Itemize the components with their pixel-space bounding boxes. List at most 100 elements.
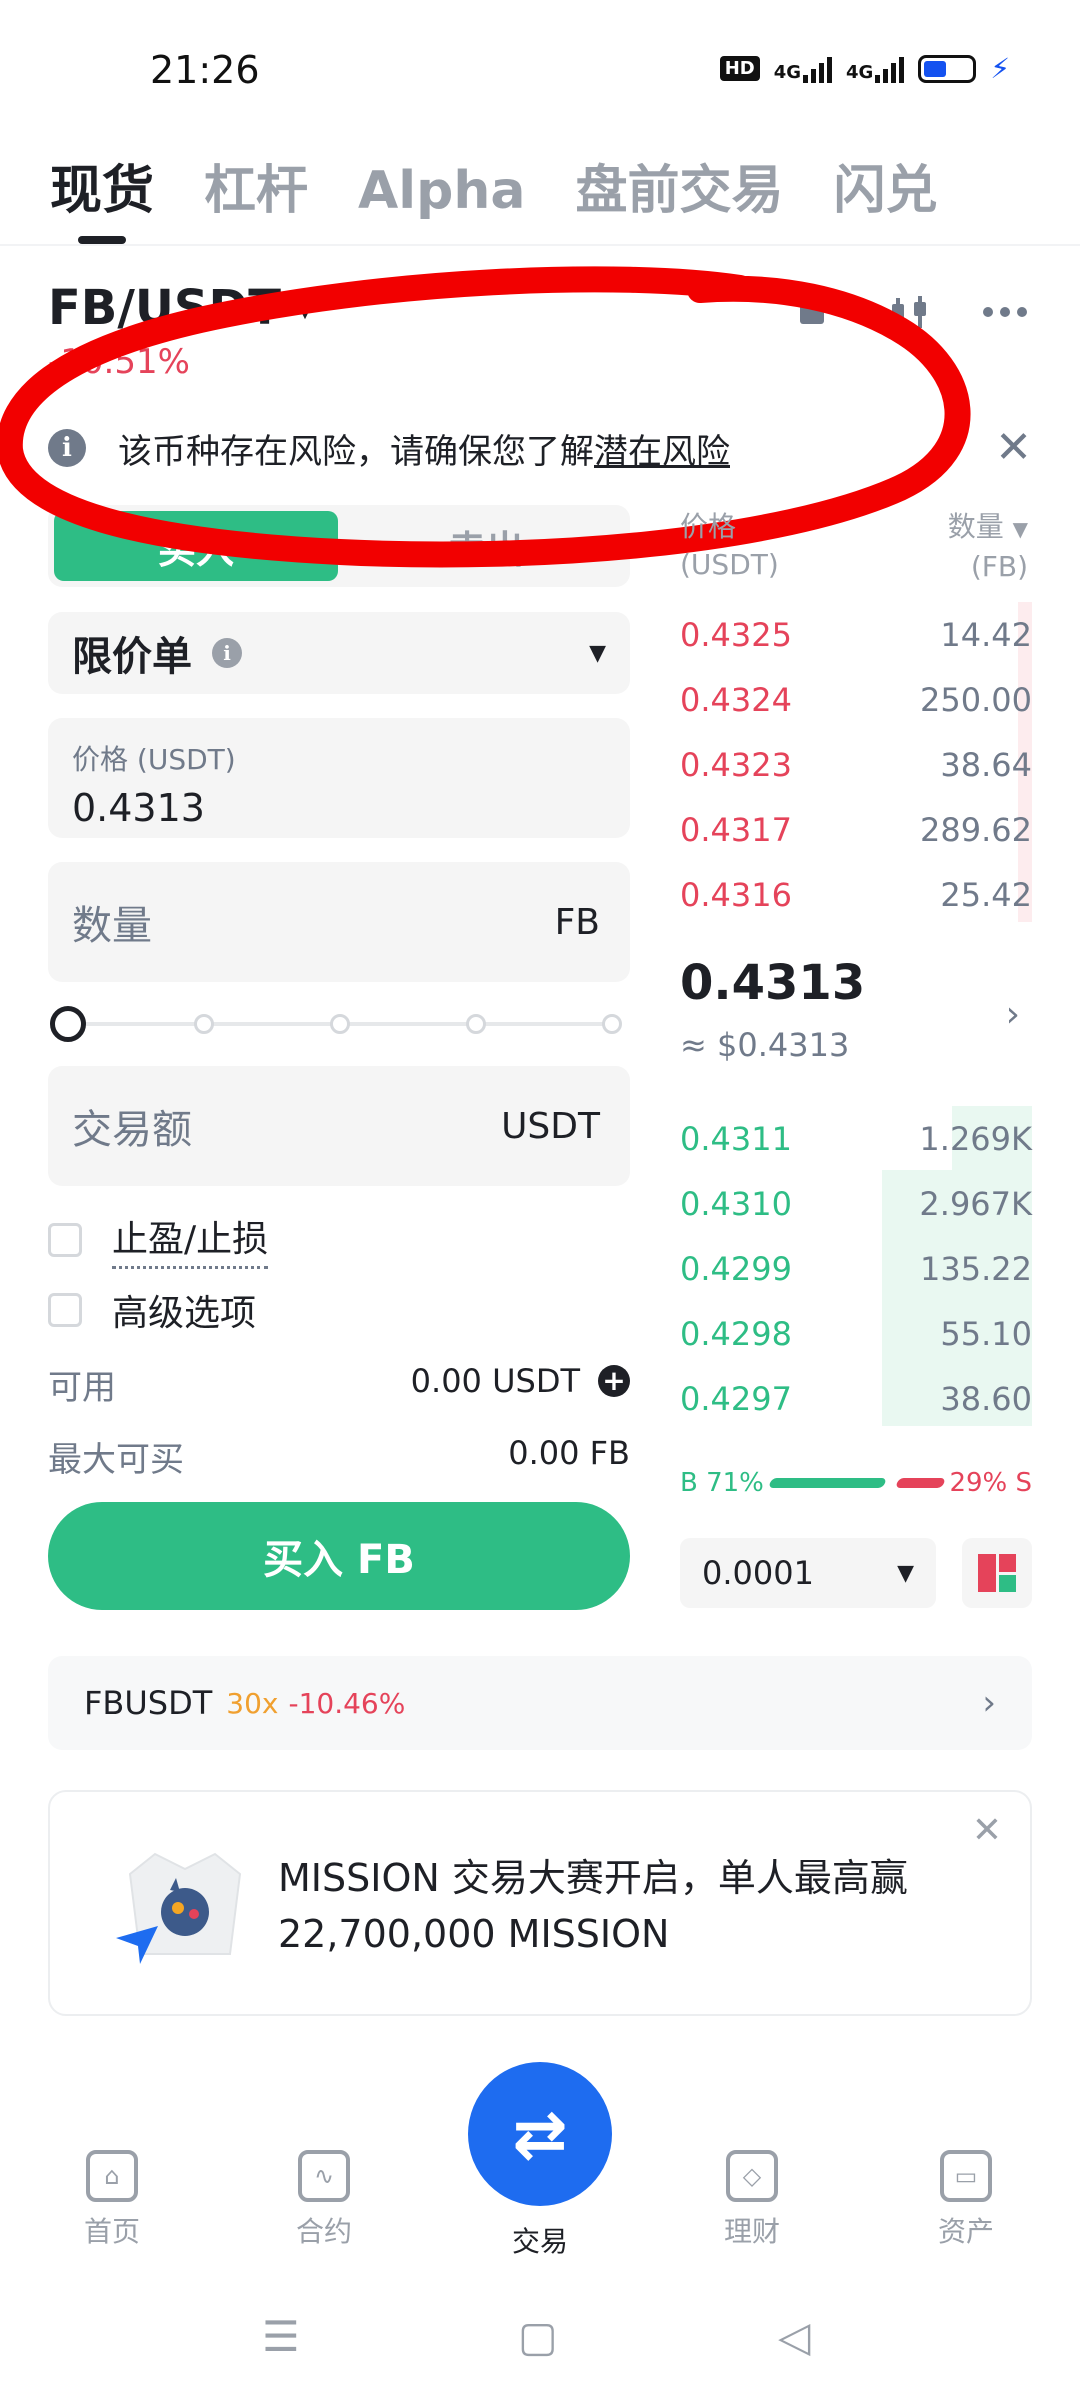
ask-row[interactable]: 0.4323 38.64 xyxy=(680,740,1032,790)
ask-row[interactable]: 0.4317 289.62 xyxy=(680,805,1032,855)
quantity-placeholder: 数量 xyxy=(72,903,152,949)
precision-select[interactable]: 0.0001 ▼ xyxy=(680,1538,936,1608)
nav-earn-label: 理财 xyxy=(723,2215,780,2248)
pair-symbol: FB/USDT xyxy=(48,280,282,336)
ask-price: 0.4324 xyxy=(680,681,792,719)
promo-card[interactable]: MISSION 交易大赛开启，单人最高赢 22,700,000 MISSION … xyxy=(48,1790,1032,2016)
deposit-plus-icon[interactable]: + xyxy=(598,1365,630,1397)
info-icon[interactable]: i xyxy=(212,638,242,668)
slider-node-50[interactable] xyxy=(330,1014,350,1034)
tpsl-checkbox[interactable] xyxy=(48,1222,82,1257)
nav-trade[interactable]: 交易 xyxy=(470,2212,610,2260)
bid-price: 0.4298 xyxy=(680,1315,792,1353)
nav-futures[interactable]: ∿ 合约 xyxy=(254,2150,394,2250)
trade-fab-icon[interactable]: ⇄ xyxy=(468,2062,612,2206)
tpsl-option[interactable]: 止盈/止损 xyxy=(48,1210,269,1269)
order-type-label: 限价单 xyxy=(72,634,192,680)
ask-qty: 289.62 xyxy=(920,811,1032,849)
tab-margin[interactable]: 杠杆 xyxy=(204,148,308,223)
orderbook-qty-header[interactable]: 数量 ▼ (FB) xyxy=(948,508,1028,586)
menu-icon[interactable]: ☰ xyxy=(262,2312,300,2361)
nav-futures-label: 合约 xyxy=(295,2215,352,2248)
slider-node-25[interactable] xyxy=(194,1014,214,1034)
bid-row[interactable]: 0.4299 135.22 xyxy=(680,1244,1032,1294)
buy-button[interactable]: 买入 FB xyxy=(48,1502,630,1610)
network-type-2: 4G xyxy=(846,61,874,83)
sell-ratio: 29% S xyxy=(949,1468,1032,1498)
futures-leverage: 30x xyxy=(226,1686,279,1720)
bid-row[interactable]: 0.4310 2.967K xyxy=(680,1179,1032,1229)
ask-price: 0.4325 xyxy=(680,616,792,654)
price-value: 0.4313 xyxy=(72,786,205,830)
available-label: 可用 xyxy=(48,1368,116,1408)
tab-convert[interactable]: 闪兑 xyxy=(833,148,937,223)
max-buy-value: 0.00 FB xyxy=(508,1434,630,1472)
chevron-right-icon: › xyxy=(982,1683,996,1723)
tab-spot[interactable]: 现货 xyxy=(50,148,154,223)
nav-assets[interactable]: ▭ 资产 xyxy=(896,2150,1036,2250)
close-icon[interactable]: ✕ xyxy=(972,1810,1002,1851)
mission-logo-icon xyxy=(116,1852,242,1964)
home-square-icon[interactable]: ▢ xyxy=(518,2312,558,2361)
close-icon[interactable]: ✕ xyxy=(995,422,1032,473)
bid-price: 0.4299 xyxy=(680,1250,792,1288)
price-header: 价格 xyxy=(680,510,737,543)
ask-qty: 38.64 xyxy=(940,746,1032,784)
tab-alpha[interactable]: Alpha xyxy=(358,161,525,221)
bid-row[interactable]: 0.4311 1.269K xyxy=(680,1114,1032,1164)
ask-price: 0.4317 xyxy=(680,811,792,849)
order-type-select[interactable]: 限价单 i ▼ xyxy=(48,612,630,694)
quantity-input[interactable]: 数量 FB xyxy=(48,862,630,982)
price-input[interactable]: 价格 (USDT) 0.4313 xyxy=(48,718,630,838)
tab-premarket[interactable]: 盘前交易 xyxy=(575,148,783,223)
amount-placeholder: 交易额 xyxy=(72,1107,192,1153)
caret-down-icon: ▼ xyxy=(897,1560,914,1586)
bid-qty: 135.22 xyxy=(920,1250,1032,1288)
amount-input[interactable]: 交易额 USDT xyxy=(48,1066,630,1186)
slider-node-75[interactable] xyxy=(466,1014,486,1034)
tpsl-label: 止盈/止损 xyxy=(112,1210,269,1269)
max-buy-label: 最大可买 xyxy=(48,1440,184,1480)
nav-home[interactable]: ⌂ 首页 xyxy=(42,2150,182,2250)
advanced-label: 高级选项 xyxy=(112,1293,257,1334)
caret-down-icon: ▼ xyxy=(1012,517,1028,541)
hd-icon: HD xyxy=(719,56,760,81)
buy-ratio: B 71% xyxy=(680,1468,764,1498)
ask-qty: 25.42 xyxy=(940,876,1032,914)
risk-link[interactable]: 潜在风险 xyxy=(594,424,730,473)
ask-row[interactable]: 0.4325 14.42 xyxy=(680,610,1032,660)
chevron-right-icon[interactable]: › xyxy=(1006,994,1020,1035)
candlestick-icon[interactable] xyxy=(888,290,932,344)
pair-selector[interactable]: FB/USDT ▼ xyxy=(48,280,315,336)
orderbook-layout-button[interactable] xyxy=(962,1538,1032,1608)
bid-row[interactable]: 0.4298 55.10 xyxy=(680,1309,1032,1359)
home-icon: ⌂ xyxy=(86,2150,138,2202)
back-icon[interactable]: ◁ xyxy=(778,2312,810,2361)
sell-tab[interactable]: 卖出 xyxy=(348,511,624,581)
futures-link[interactable]: FBUSDT 30x -10.46% › xyxy=(48,1656,1032,1750)
layout-icon xyxy=(978,1554,1016,1592)
bid-qty: 38.60 xyxy=(940,1380,1032,1418)
max-buy-value-row: 0.00 FB xyxy=(508,1434,630,1472)
more-icon[interactable] xyxy=(980,290,1030,344)
advanced-option[interactable]: 高级选项 xyxy=(48,1284,256,1336)
ask-row[interactable]: 0.4324 250.00 xyxy=(680,675,1032,725)
ask-row[interactable]: 0.4316 25.42 xyxy=(680,870,1032,920)
quantity-unit: FB xyxy=(554,901,600,943)
bid-qty: 1.269K xyxy=(919,1120,1032,1158)
buy-ratio-bar xyxy=(768,1478,887,1488)
ask-qty: 250.00 xyxy=(920,681,1032,719)
bid-row[interactable]: 0.4297 38.60 xyxy=(680,1374,1032,1424)
slider-thumb[interactable] xyxy=(50,1006,86,1042)
status-time: 21:26 xyxy=(150,48,260,92)
buy-sell-ratio: B 71% 29% S xyxy=(680,1468,1032,1498)
chart-icon[interactable] xyxy=(796,290,840,344)
slider-node-100[interactable] xyxy=(602,1014,622,1034)
advanced-checkbox[interactable] xyxy=(48,1293,82,1327)
nav-earn[interactable]: ◇ 理财 xyxy=(682,2150,822,2250)
orderbook-price-header: 价格 (USDT) xyxy=(680,508,779,584)
charging-icon: ⚡ xyxy=(990,52,1010,85)
header-actions xyxy=(796,290,1030,344)
buy-tab[interactable]: 买入 xyxy=(54,511,338,581)
last-price[interactable]: 0.4313 xyxy=(680,955,865,1011)
